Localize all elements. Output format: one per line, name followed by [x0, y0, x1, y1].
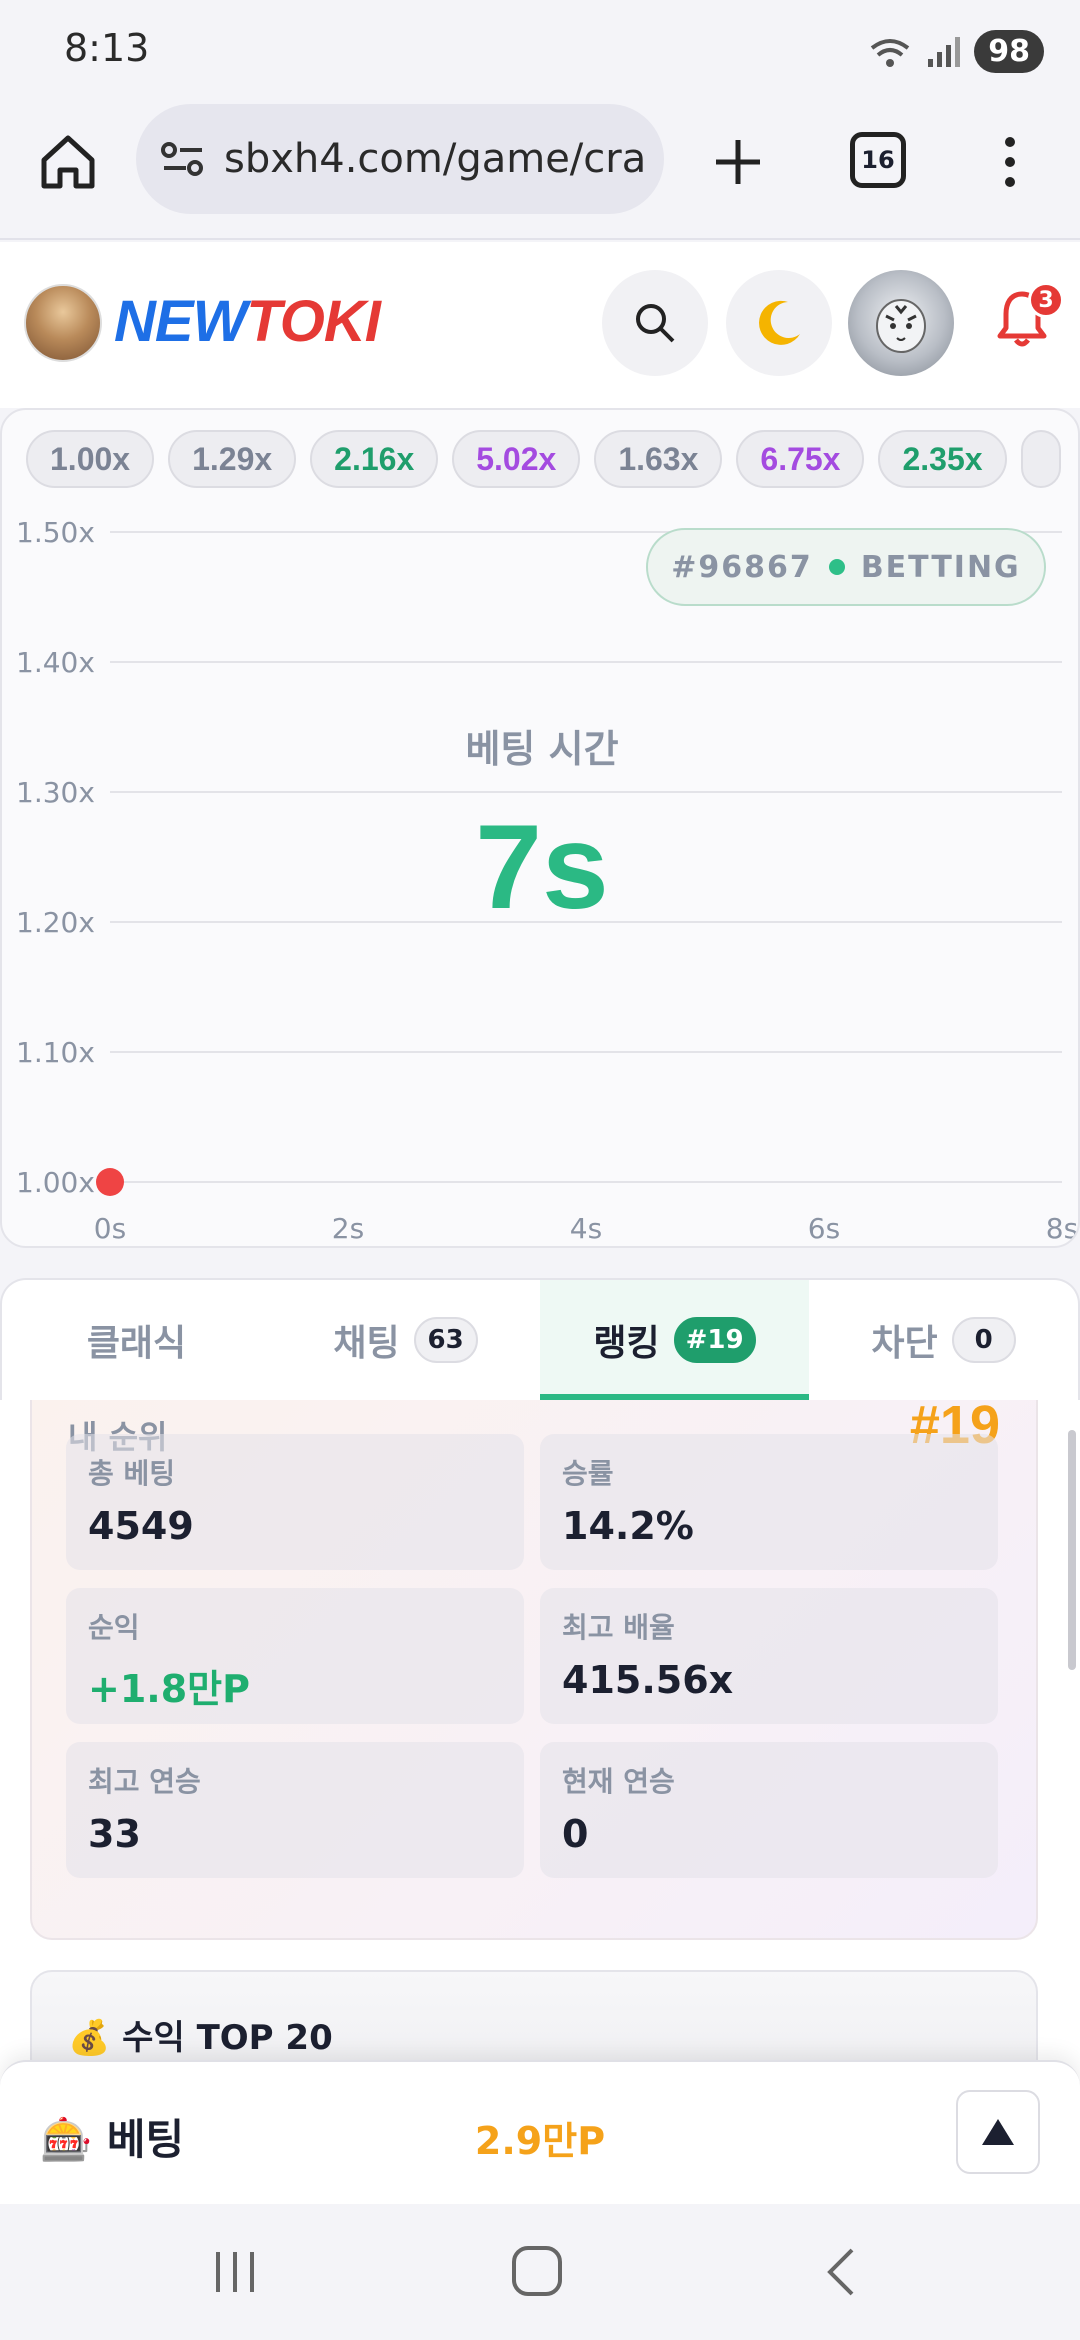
stat-box: 현재 연승 0 [540, 1742, 998, 1878]
plus-icon[interactable] [706, 130, 770, 194]
home-nav-icon[interactable] [510, 2244, 564, 2298]
site-logo[interactable]: NEWTOKI [114, 288, 381, 355]
x-tick-label: 6s [808, 1212, 840, 1245]
history-chip[interactable]: 5.02x [452, 430, 581, 488]
stat-value: 4549 [88, 1504, 194, 1548]
tab-switcher-button[interactable]: 16 [850, 132, 906, 188]
signal-icon [928, 36, 961, 67]
y-tick-label: 1.00x [16, 1166, 95, 1199]
status-dot-icon [828, 559, 845, 575]
bet-points: 2.9만P [474, 2119, 606, 2163]
stat-label: 순익 [88, 1611, 140, 1644]
back-icon[interactable] [820, 2246, 860, 2298]
stat-label: 최고 배율 [562, 1611, 675, 1644]
multiplier-point [96, 1168, 124, 1196]
stat-label: 승률 [562, 1457, 614, 1490]
stat-box: 순익 +1.8만P [66, 1588, 524, 1724]
stat-box: 승률 14.2% [540, 1434, 998, 1570]
round-number: #96867 [671, 549, 813, 585]
my-rank-card: 내 순위 #19 총 베팅4549승률14.2%순익+1.8만P최고 배율415… [30, 1400, 1038, 1940]
countdown-timer: 7s [475, 800, 609, 934]
stat-box: 최고 연승 33 [66, 1742, 524, 1878]
battery-indicator: 98 [974, 30, 1044, 73]
logo-text-new: NEW [114, 289, 247, 354]
notification-badge: 3 [1028, 282, 1064, 318]
search-icon [636, 304, 675, 343]
stat-box: 최고 배율 415.56x [540, 1588, 998, 1724]
triangle-up-icon [982, 2119, 1014, 2145]
more-vert-icon[interactable] [990, 130, 1030, 194]
notifications-button[interactable]: 3 [994, 282, 1064, 360]
tab-label: 차단 [871, 1323, 938, 1364]
y-tick-label: 1.10x [16, 1036, 95, 1069]
wifi-icon [871, 38, 910, 67]
multiplier-history: 1.00x 1.29x 2.16x 5.02x 1.63x 6.75x 2.35x [26, 430, 1061, 488]
user-avatar[interactable] [848, 270, 954, 376]
stat-value: 14.2% [562, 1504, 694, 1548]
history-chip[interactable]: 1.29x [168, 430, 297, 488]
site-header: NEWTOKI 3 [0, 242, 1080, 408]
x-tick-label: 8s [1046, 1212, 1078, 1245]
search-button[interactable] [602, 270, 708, 376]
stat-value: 415.56x [562, 1658, 734, 1702]
tab-3[interactable]: 차단 0 [809, 1280, 1078, 1400]
logo-mascot[interactable] [24, 284, 102, 362]
round-status-badge: #96867 BETTING [646, 528, 1046, 606]
stat-label: 현재 연승 [562, 1765, 675, 1798]
x-tick-label: 2s [332, 1212, 364, 1245]
history-chip[interactable]: 2.16x [310, 430, 439, 488]
tab-1[interactable]: 채팅 63 [271, 1280, 540, 1400]
betting-time-label: 베팅 시간 [465, 727, 619, 771]
stat-value: 0 [562, 1812, 589, 1856]
history-chip[interactable]: 6.75x [736, 430, 865, 488]
tab-label: 클래식 [86, 1323, 187, 1364]
history-chip[interactable]: 1.00x [26, 430, 155, 488]
site-settings-icon[interactable] [160, 139, 206, 179]
round-state: BETTING [860, 549, 1021, 585]
dark-mode-toggle[interactable] [726, 270, 832, 376]
game-tabs: 클래식 채팅 63 랭킹 #19 차단 0 [0, 1278, 1080, 1400]
tab-count-badge: #19 [673, 1317, 756, 1363]
stat-value: 33 [88, 1812, 141, 1856]
crash-chart-panel: 1.50x 1.40x 1.30x 1.20x 1.10x 1.00x 0s 2s 4s 6s 8s… [0, 408, 1080, 1248]
tab-count-badge: 63 [413, 1317, 478, 1363]
history-chip[interactable]: 2.35x [878, 430, 1007, 488]
stat-label: 총 베팅 [88, 1457, 176, 1490]
scrollbar[interactable] [1068, 1430, 1076, 1670]
tab-label: 랭킹 [593, 1323, 660, 1364]
bet-panel-bar[interactable]: 🎰 베팅 2.9만P [0, 2060, 1080, 2204]
url-text: sbxh4.com/game/cra [224, 136, 647, 182]
y-tick-label: 1.40x [16, 646, 95, 679]
stat-label: 최고 연승 [88, 1765, 201, 1798]
x-tick-label: 4s [570, 1212, 602, 1245]
system-icons: 98 [868, 30, 1044, 73]
x-tick-label: 0s [94, 1212, 126, 1245]
moon-icon [759, 300, 800, 345]
status-time: 8:13 [64, 26, 150, 70]
history-chip-partial[interactable] [1020, 430, 1061, 488]
status-bar: 8:13 98 [0, 0, 1080, 100]
tab-0[interactable]: 클래식 [2, 1280, 271, 1400]
stat-box: 총 베팅 4549 [66, 1434, 524, 1570]
tiger-avatar-icon [876, 299, 926, 353]
logo-text-toki: TOKI [246, 289, 380, 354]
expand-bet-panel-button[interactable] [956, 2090, 1040, 2174]
y-tick-label: 1.50x [16, 516, 95, 549]
browser-toolbar: sbxh4.com/game/cra 16 [0, 100, 1080, 240]
recent-apps-icon[interactable] [210, 2248, 260, 2296]
tab-2[interactable]: 랭킹 #19 [540, 1280, 809, 1400]
top20-title: 💰 수익 TOP 20 [68, 2018, 333, 2058]
tab-label: 채팅 [333, 1323, 400, 1364]
address-bar[interactable]: sbxh4.com/game/cra [136, 104, 664, 214]
tab-count-badge: 0 [951, 1317, 1016, 1363]
system-navigation-bar [0, 2204, 1080, 2340]
history-chip[interactable]: 1.63x [594, 430, 723, 488]
home-icon[interactable] [36, 130, 100, 194]
stat-value: +1.8만P [88, 1667, 250, 1711]
